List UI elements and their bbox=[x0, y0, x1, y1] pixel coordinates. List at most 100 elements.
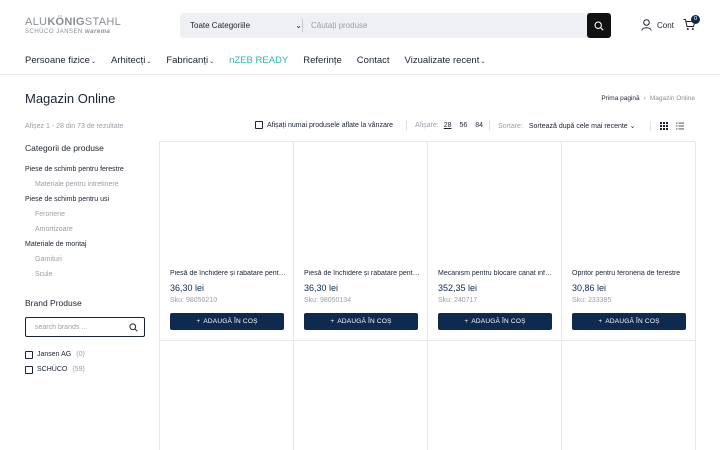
nav-nzeb-ready[interactable]: nZEB READY bbox=[229, 55, 288, 66]
chevron-down-icon: ⌄ bbox=[209, 59, 215, 65]
sort-label: Sortare: bbox=[498, 123, 523, 130]
product-price: 36,30 lei bbox=[170, 283, 205, 293]
page-title: Magazin Online bbox=[25, 91, 116, 106]
product-sku: Sku: 98050134 bbox=[304, 297, 352, 304]
plus-icon: + bbox=[196, 318, 201, 325]
per-page-label: Afișare: bbox=[415, 122, 439, 129]
category-item[interactable]: Feronerie bbox=[25, 207, 124, 222]
chevron-down-icon: ⌄ bbox=[480, 59, 486, 65]
search-icon bbox=[594, 20, 604, 31]
product-card[interactable] bbox=[160, 341, 294, 450]
product-card[interactable] bbox=[562, 341, 696, 450]
nav-persoane-fizice[interactable]: Persoane fizice⌄ bbox=[25, 55, 96, 66]
in-stock-checkbox[interactable] bbox=[255, 121, 263, 129]
category-item[interactable]: Garnituri bbox=[25, 252, 124, 267]
product-sku: Sku: 98050210 bbox=[170, 297, 218, 304]
add-to-cart-button[interactable]: + ADAUGĂ ÎN COȘ bbox=[438, 313, 552, 330]
category-item[interactable]: Scule bbox=[25, 267, 124, 282]
brand-filter-schuco[interactable]: SCHÜCO (59) bbox=[25, 362, 85, 377]
account-link[interactable]: Cont bbox=[641, 19, 674, 31]
category-item[interactable]: Amortizoare bbox=[25, 222, 124, 237]
nav-fabricanti[interactable]: Fabricanți⌄ bbox=[166, 55, 214, 66]
cart-button[interactable]: 0 bbox=[683, 15, 700, 32]
product-price: 352,35 lei bbox=[438, 283, 478, 293]
search-divider bbox=[302, 19, 303, 32]
brand-filter-jansen[interactable]: Jansen AG (0) bbox=[25, 347, 85, 362]
nav-arhitecti[interactable]: Arhitecți⌄ bbox=[111, 55, 151, 66]
chevron-down-icon: ⌄ bbox=[629, 123, 636, 130]
chevron-down-icon: ⌄ bbox=[295, 21, 302, 30]
breadcrumb-current: Magazin Online bbox=[649, 95, 695, 102]
brand-name: Jansen AG bbox=[37, 351, 72, 358]
search-input[interactable] bbox=[311, 17, 581, 34]
chevron-down-icon: ⌄ bbox=[90, 59, 96, 65]
category-item[interactable]: Materiale pentru intretinere bbox=[25, 177, 124, 192]
brand-checkbox[interactable] bbox=[25, 350, 33, 359]
product-price: 36,30 lei bbox=[304, 283, 339, 293]
product-card[interactable]: Opritor pentru feroneria de ferestre 30,… bbox=[562, 142, 696, 341]
nav-contact[interactable]: Contact bbox=[357, 55, 390, 66]
category-item[interactable]: Materiale de montaj bbox=[25, 237, 124, 252]
product-grid: Piesă de închidere și rabatare pentru fe… bbox=[159, 141, 696, 450]
per-page-selector: Afișare: 28 56 84 bbox=[415, 122, 489, 129]
chevron-down-icon: ⌄ bbox=[146, 59, 152, 65]
product-title[interactable]: Piesă de închidere și rabatare pentru fe… bbox=[170, 270, 286, 277]
header-divider bbox=[0, 74, 720, 75]
product-price: 30,86 lei bbox=[572, 283, 607, 293]
user-icon bbox=[641, 19, 652, 31]
add-to-cart-button[interactable]: + ADAUGĂ ÎN COȘ bbox=[572, 313, 686, 330]
logo-wordmark: ALUKÖNIGSTAHL bbox=[25, 16, 122, 28]
product-card[interactable] bbox=[294, 341, 428, 450]
nav-referinte[interactable]: Referințe bbox=[303, 55, 342, 66]
brand-name: SCHÜCO bbox=[37, 366, 68, 373]
product-card[interactable]: Piesă de închidere și rabatare pentru fe… bbox=[160, 142, 294, 341]
category-item[interactable]: Piese de schimb pentru ferestre bbox=[25, 162, 124, 177]
add-to-cart-button[interactable]: + ADAUGĂ ÎN COȘ bbox=[304, 313, 418, 330]
product-title[interactable]: Opritor pentru feroneria de ferestre bbox=[572, 270, 688, 277]
per-page-option-84[interactable]: 84 bbox=[475, 122, 483, 129]
product-title[interactable]: Piesă de închidere și rabatare pentru fe… bbox=[304, 270, 420, 277]
brand-title: Brand Produse bbox=[25, 298, 82, 308]
sort-selector[interactable]: Sortare: Sortează după cele mai recente … bbox=[498, 122, 636, 130]
product-title[interactable]: Mecanism pentru blocare canat inferior bbox=[438, 270, 554, 277]
sort-value: Sortează după cele mai recente bbox=[528, 123, 628, 130]
plus-icon: + bbox=[330, 318, 335, 325]
category-select[interactable]: Toate Categoriile ⌄ bbox=[190, 13, 302, 38]
product-sku: Sku: 240717 bbox=[438, 297, 478, 304]
brand-checkbox[interactable] bbox=[25, 365, 33, 374]
plus-icon: + bbox=[464, 318, 469, 325]
cart-count-badge: 0 bbox=[691, 15, 700, 24]
breadcrumb-home[interactable]: Prima pagină bbox=[601, 95, 639, 102]
toolbar-divider bbox=[650, 121, 651, 131]
list-view-icon[interactable] bbox=[676, 122, 684, 130]
add-to-cart-button[interactable]: + ADAUGĂ ÎN COȘ bbox=[170, 313, 284, 330]
search-icon[interactable] bbox=[129, 323, 138, 332]
in-stock-filter[interactable]: Afișați numai produsele aflate la vânzar… bbox=[255, 121, 393, 129]
per-page-option-56[interactable]: 56 bbox=[459, 122, 467, 129]
product-card[interactable]: Piesă de închidere și rabatare pentru fe… bbox=[294, 142, 428, 341]
brand-search bbox=[25, 317, 145, 337]
account-label: Cont bbox=[657, 20, 674, 30]
brand-count: (0) bbox=[76, 351, 85, 358]
grid-view-icon[interactable] bbox=[660, 122, 668, 130]
logo-brands: SCHÜCO JANSEN warema bbox=[25, 29, 111, 35]
category-list: Piese de schimb pentru ferestre Material… bbox=[25, 162, 124, 282]
brand-count: (59) bbox=[72, 366, 85, 373]
category-item[interactable]: Piese de schimb pentru usi bbox=[25, 192, 124, 207]
nav-vizualizate-recent[interactable]: Vizualizate recent⌄ bbox=[405, 55, 486, 66]
result-count: Afișez 1 - 28 din 73 de rezultate bbox=[25, 123, 124, 130]
toolbar-divider bbox=[406, 121, 407, 131]
brand-search-input[interactable] bbox=[35, 321, 125, 334]
plus-icon: + bbox=[598, 318, 603, 325]
toolbar-divider bbox=[489, 121, 490, 131]
breadcrumb: Prima pagină › Magazin Online bbox=[601, 95, 695, 102]
product-card[interactable] bbox=[428, 341, 562, 450]
product-card[interactable]: Mecanism pentru blocare canat inferior 3… bbox=[428, 142, 562, 341]
chevron-right-icon: › bbox=[643, 95, 646, 102]
per-page-option-28[interactable]: 28 bbox=[444, 122, 452, 129]
search-button[interactable] bbox=[587, 13, 611, 38]
site-logo[interactable]: ALUKÖNIGSTAHL SCHÜCO JANSEN warema bbox=[25, 16, 135, 35]
in-stock-label: Afișați numai produsele aflate la vânzar… bbox=[267, 121, 394, 129]
categories-title: Categorii de produse bbox=[25, 143, 104, 153]
main-nav: Persoane fizice⌄ Arhitecți⌄ Fabricanți⌄ … bbox=[25, 55, 485, 66]
